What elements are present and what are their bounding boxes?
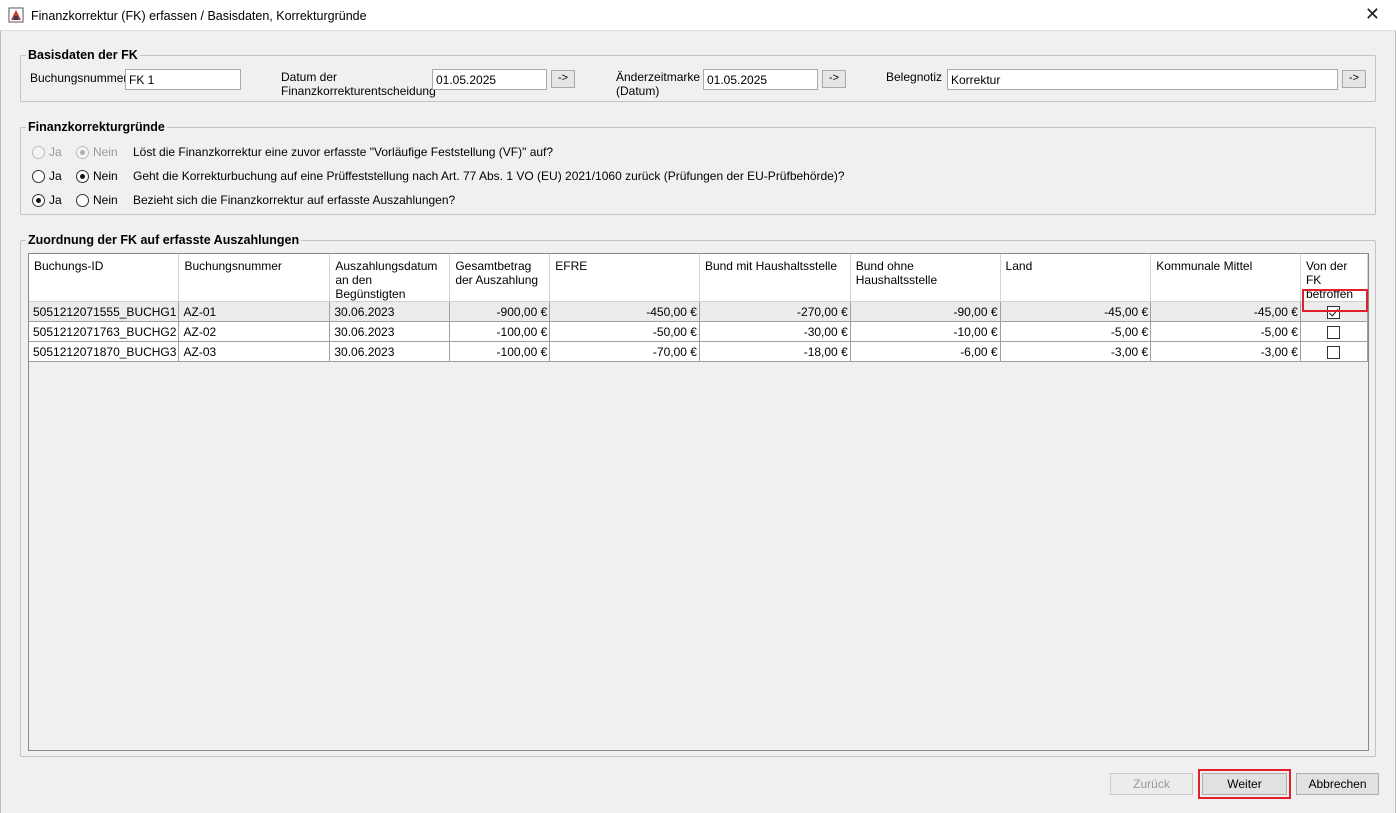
betroffen-checkbox[interactable] bbox=[1327, 345, 1341, 359]
datum-field[interactable] bbox=[432, 69, 547, 90]
dialog-body: Basisdaten der FK Buchungsnummer Datum d… bbox=[0, 31, 1396, 813]
q1-nein-radio: Nein bbox=[76, 145, 118, 159]
aenderung-label-line1: Änderzeitmarke bbox=[616, 70, 701, 84]
cell-datum: 30.06.2023 bbox=[329, 321, 451, 342]
cell-efre: -70,00 € bbox=[549, 341, 700, 362]
auszahlungen-table-area: Buchungs-ID Buchungsnummer Auszahlungsda… bbox=[28, 253, 1369, 751]
title-bar: Finanzkorrektur (FK) erfassen / Basisdat… bbox=[0, 0, 1396, 31]
app-icon bbox=[8, 7, 24, 23]
datum-arrow-button[interactable]: -> bbox=[551, 70, 575, 88]
aenderung-field[interactable] bbox=[703, 69, 818, 90]
table-row[interactable]: 5051212071763_BUCHG2 AZ-02 30.06.2023 -1… bbox=[29, 321, 1368, 342]
col-header-buchungs-id[interactable]: Buchungs-ID bbox=[29, 254, 180, 302]
radio-circle bbox=[76, 193, 89, 207]
col-header-gesamtbetrag[interactable]: Gesamtbetrag der Auszahlung bbox=[449, 254, 551, 302]
buchungsnummer-field[interactable] bbox=[125, 69, 241, 90]
question-2: Geht die Korrekturbuchung auf eine Prüff… bbox=[133, 169, 845, 183]
window-title: Finanzkorrektur (FK) erfassen / Basisdat… bbox=[31, 9, 367, 23]
cell-datum: 30.06.2023 bbox=[329, 341, 451, 362]
radio-circle bbox=[32, 169, 45, 183]
cell-datum: 30.06.2023 bbox=[329, 301, 451, 322]
q1-ja-radio: Ja bbox=[32, 145, 62, 159]
cell-kommunal: -3,00 € bbox=[1150, 341, 1301, 362]
cell-betroffen bbox=[1300, 321, 1368, 342]
q2-nein-radio[interactable]: Nein bbox=[76, 169, 118, 183]
cell-buchungsnummer: AZ-01 bbox=[178, 301, 331, 322]
cell-land: -5,00 € bbox=[1000, 321, 1152, 342]
zurueck-button[interactable]: Zurück bbox=[1110, 773, 1193, 795]
cell-betroffen bbox=[1300, 341, 1368, 362]
cell-buchungs-id: 5051212071870_BUCHG3 bbox=[29, 341, 180, 362]
cell-land: -3,00 € bbox=[1000, 341, 1152, 362]
cell-kommunal: -5,00 € bbox=[1150, 321, 1301, 342]
cell-betroffen bbox=[1300, 301, 1368, 322]
question-3: Bezieht sich die Finanzkorrektur auf erf… bbox=[133, 193, 456, 207]
cell-efre: -50,00 € bbox=[549, 321, 700, 342]
abbrechen-button[interactable]: Abbrechen bbox=[1296, 773, 1379, 795]
q3-nein-radio[interactable]: Nein bbox=[76, 193, 118, 207]
cell-buchungs-id: 5051212071763_BUCHG2 bbox=[29, 321, 180, 342]
cell-bund-mit: -30,00 € bbox=[699, 321, 851, 342]
col-header-auszahlungsdatum[interactable]: Auszahlungsdatum an den Begünstigten bbox=[329, 254, 451, 302]
datum-label-line2: Finanzkorrekturentscheidung bbox=[281, 84, 436, 98]
close-icon[interactable]: ✕ bbox=[1365, 4, 1380, 24]
col-header-efre[interactable]: EFRE bbox=[549, 254, 700, 302]
aenderung-arrow-button[interactable]: -> bbox=[822, 70, 846, 88]
cell-efre: -450,00 € bbox=[549, 301, 700, 322]
betroffen-checkbox[interactable] bbox=[1327, 325, 1341, 339]
belegnotiz-arrow-button[interactable]: -> bbox=[1342, 70, 1366, 88]
radio-circle bbox=[32, 145, 45, 159]
gruende-title: Finanzkorrekturgründe bbox=[26, 120, 167, 134]
cell-buchungsnummer: AZ-02 bbox=[178, 321, 331, 342]
q2-ja-radio[interactable]: Ja bbox=[32, 169, 62, 183]
aenderung-label-line2: (Datum) bbox=[616, 84, 660, 98]
q3-ja-radio[interactable]: Ja bbox=[32, 193, 62, 207]
table-row[interactable]: 5051212071870_BUCHG3 AZ-03 30.06.2023 -1… bbox=[29, 341, 1368, 362]
weiter-button[interactable]: Weiter bbox=[1202, 773, 1287, 795]
col-header-bund-ohne[interactable]: Bund ohne Haushaltsstelle bbox=[850, 254, 1001, 302]
cell-bund-ohne: -6,00 € bbox=[850, 341, 1001, 362]
zuordnung-title: Zuordnung der FK auf erfasste Auszahlung… bbox=[26, 233, 302, 247]
basisdaten-title: Basisdaten der FK bbox=[26, 48, 140, 62]
cell-buchungsnummer: AZ-03 bbox=[178, 341, 331, 362]
buchungsnummer-label: Buchungsnummer bbox=[30, 71, 128, 85]
col-header-kommunal[interactable]: Kommunale Mittel bbox=[1150, 254, 1301, 302]
cell-gesamt: -900,00 € bbox=[449, 301, 551, 322]
belegnotiz-label: Belegnotiz bbox=[886, 70, 943, 84]
col-header-buchungsnummer[interactable]: Buchungsnummer bbox=[178, 254, 331, 302]
auszahlungen-table: Buchungs-ID Buchungsnummer Auszahlungsda… bbox=[29, 254, 1368, 362]
cell-kommunal: -45,00 € bbox=[1150, 301, 1301, 322]
radio-circle bbox=[76, 145, 89, 159]
table-header-row: Buchungs-ID Buchungsnummer Auszahlungsda… bbox=[29, 254, 1368, 302]
cell-land: -45,00 € bbox=[1000, 301, 1152, 322]
col-header-bund-mit[interactable]: Bund mit Haushaltsstelle bbox=[699, 254, 851, 302]
col-header-betroffen[interactable]: Von der FK betroffen bbox=[1300, 254, 1368, 302]
col-header-land[interactable]: Land bbox=[1000, 254, 1152, 302]
table-row[interactable]: 5051212071555_BUCHG1 AZ-01 30.06.2023 -9… bbox=[29, 301, 1368, 322]
cell-bund-ohne: -90,00 € bbox=[850, 301, 1001, 322]
radio-circle bbox=[76, 169, 89, 183]
cell-bund-mit: -18,00 € bbox=[699, 341, 851, 362]
cell-gesamt: -100,00 € bbox=[449, 321, 551, 342]
cell-buchungs-id: 5051212071555_BUCHG1 bbox=[29, 301, 180, 322]
question-1: Löst die Finanzkorrektur eine zuvor erfa… bbox=[133, 145, 554, 159]
datum-label-line1: Datum der bbox=[281, 70, 338, 84]
radio-circle bbox=[32, 193, 45, 207]
betroffen-checkbox[interactable] bbox=[1327, 305, 1341, 319]
cell-bund-ohne: -10,00 € bbox=[850, 321, 1001, 342]
cell-gesamt: -100,00 € bbox=[449, 341, 551, 362]
belegnotiz-field[interactable] bbox=[947, 69, 1338, 90]
cell-bund-mit: -270,00 € bbox=[699, 301, 851, 322]
